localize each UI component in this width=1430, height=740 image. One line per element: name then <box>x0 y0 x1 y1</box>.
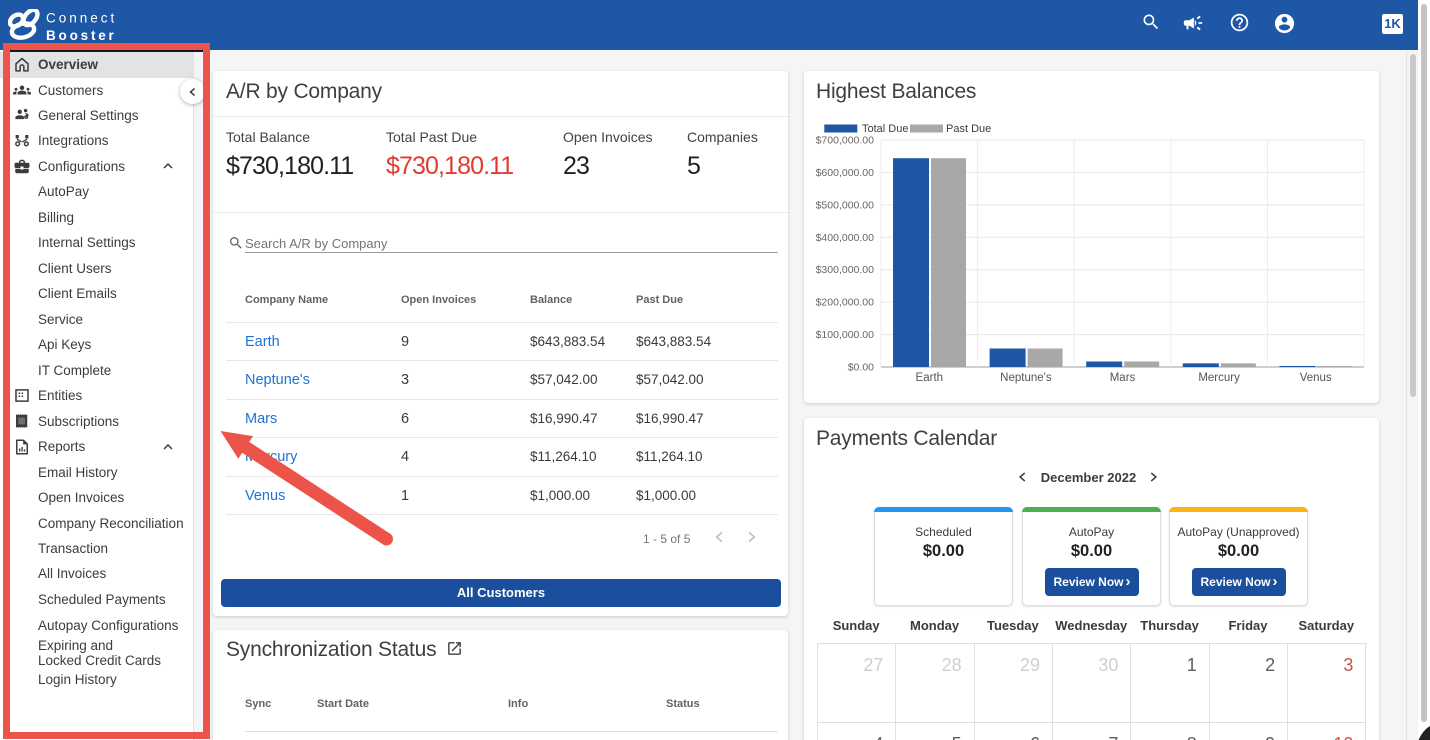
svg-text:$500,000.00: $500,000.00 <box>816 199 875 211</box>
svg-text:$200,000.00: $200,000.00 <box>816 297 875 309</box>
svg-text:Booster: Booster <box>46 28 117 43</box>
svg-text:Neptune's: Neptune's <box>1000 372 1052 384</box>
svg-text:$700,000.00: $700,000.00 <box>816 135 875 147</box>
svg-text:Mercury: Mercury <box>1198 372 1240 384</box>
svg-text:Mars: Mars <box>1110 372 1136 384</box>
svg-text:$400,000.00: $400,000.00 <box>816 232 875 244</box>
svg-text:$600,000.00: $600,000.00 <box>816 167 875 179</box>
svg-text:Earth: Earth <box>916 372 944 384</box>
svg-text:$0.00: $0.00 <box>848 362 874 374</box>
svg-text:Connect: Connect <box>46 11 117 26</box>
svg-text:$300,000.00: $300,000.00 <box>816 264 875 276</box>
svg-text:Past Due: Past Due <box>946 123 991 135</box>
svg-text:Venus: Venus <box>1300 372 1332 384</box>
svg-text:Total Due: Total Due <box>862 123 908 135</box>
svg-text:$100,000.00: $100,000.00 <box>816 329 875 341</box>
